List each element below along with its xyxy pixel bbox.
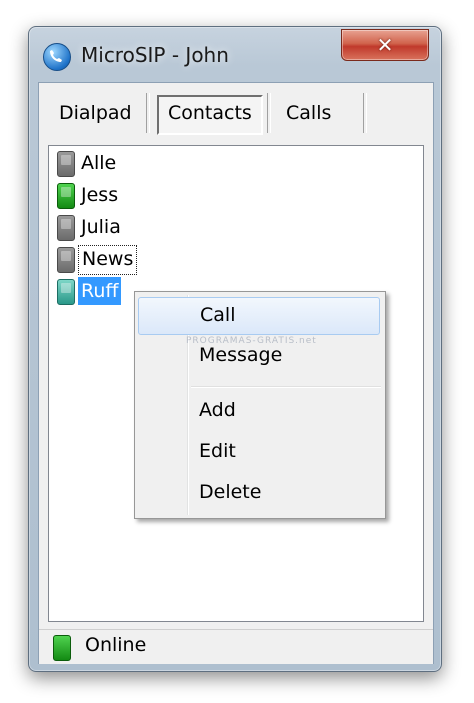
- menu-item-delete[interactable]: Delete: [138, 475, 380, 511]
- phone-online-icon: [57, 183, 75, 209]
- menu-item-add[interactable]: Add: [138, 393, 380, 429]
- menu-item-edit[interactable]: Edit: [138, 434, 380, 470]
- tab-dialpad[interactable]: Dialpad: [49, 95, 142, 131]
- window-title: MicroSIP - John: [81, 43, 229, 67]
- close-button[interactable]: ✕: [341, 29, 429, 61]
- phone-offline-icon: [57, 247, 75, 273]
- tab-separator: [363, 93, 367, 133]
- menu-item-label: Delete: [199, 481, 262, 503]
- menu-item-label: Call: [200, 304, 236, 326]
- menu-item-label: Message: [199, 344, 283, 366]
- microsip-logo-icon[interactable]: [43, 43, 71, 71]
- menu-item-label: Add: [199, 399, 236, 421]
- menu-separator: [191, 386, 381, 388]
- phone-offline-icon: [57, 215, 75, 241]
- tab-separator: [146, 93, 150, 133]
- status-bar: Online: [39, 629, 433, 664]
- close-icon: ✕: [376, 33, 394, 57]
- contact-name: News: [78, 245, 138, 275]
- status-text: Online: [85, 634, 147, 656]
- tab-contacts[interactable]: Contacts: [157, 95, 263, 135]
- watermark: PROGRAMAS-GRATIS.net: [186, 336, 317, 346]
- tab-bar: Dialpad Contacts Calls: [39, 83, 433, 145]
- tab-calls[interactable]: Calls: [276, 95, 341, 131]
- context-menu: Call Message Add Edit Delete: [134, 291, 386, 519]
- phone-busy-icon: [57, 279, 75, 305]
- menu-item-label: Edit: [199, 440, 236, 462]
- title-bar[interactable]: MicroSIP - John ✕: [29, 27, 441, 81]
- tab-separator: [267, 93, 271, 133]
- phone-online-icon: [53, 635, 71, 661]
- contact-name: Alle: [81, 152, 117, 174]
- phone-offline-icon: [57, 151, 75, 177]
- contact-name: Ruff: [78, 277, 122, 305]
- menu-item-call[interactable]: Call: [138, 297, 380, 335]
- contact-name: Jess: [81, 184, 119, 206]
- contact-name: Julia: [81, 216, 121, 238]
